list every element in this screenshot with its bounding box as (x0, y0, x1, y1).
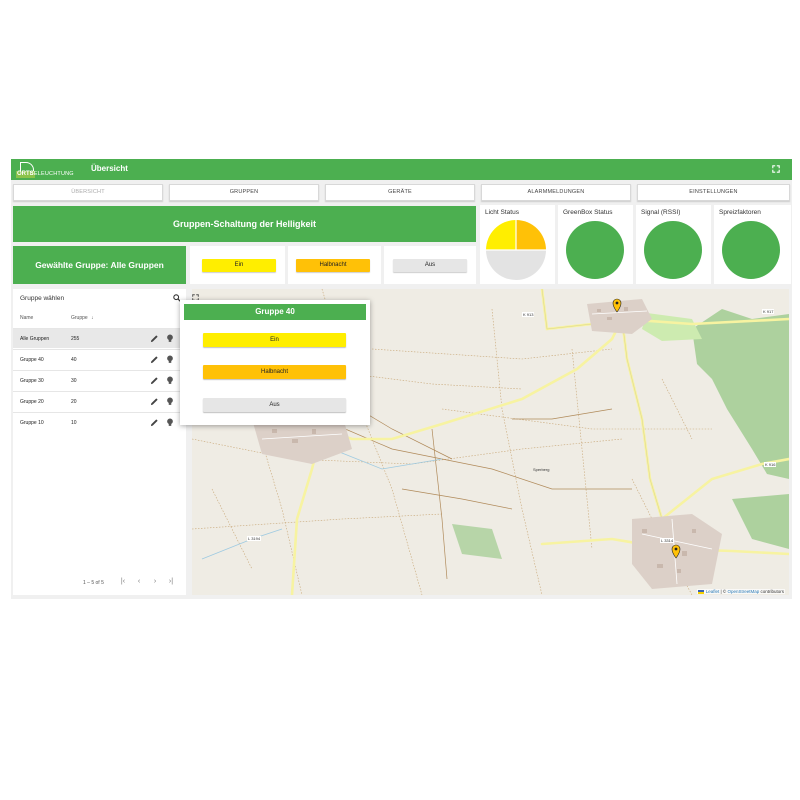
page-title: Übersicht (91, 164, 128, 173)
main-nav: ÜBERSICHT GRUPPEN GERÄTE ALARMMELDUNGEN … (13, 184, 791, 201)
popup-off-button[interactable]: Aus (203, 398, 346, 412)
leaflet-flag-icon (698, 589, 705, 594)
switch-off-card: Aus (384, 246, 476, 284)
row-name: Alle Gruppen (20, 336, 50, 342)
spreiz-status-label: Spreizfaktoren (719, 209, 761, 216)
greenbox-status-label: GreenBox Status (563, 209, 613, 216)
lightbulb-icon[interactable] (166, 376, 174, 385)
leaflet-link[interactable]: Leaflet (706, 589, 720, 594)
pagination-range: 1 – 5 of 5 (83, 580, 104, 586)
table-row[interactable]: Alle Gruppen 255 (13, 328, 186, 348)
road-label: K 913 (522, 312, 535, 317)
signal-status-card: Signal (RSSI) (636, 205, 711, 284)
group-list-title: Gruppe wählen (20, 295, 65, 302)
edit-icon[interactable] (150, 334, 159, 343)
signal-status-circle (644, 221, 702, 279)
column-header-gruppe[interactable]: Gruppe ↓ (71, 315, 94, 321)
licht-status-label: Licht Status (485, 209, 519, 216)
licht-status-card: Licht Status (480, 205, 555, 284)
place-label: Sperberg (533, 467, 550, 472)
lightbulb-icon[interactable] (166, 355, 174, 364)
row-group: 20 (71, 399, 77, 405)
group-popup: Gruppe 40 Ein Halbnacht Aus (180, 300, 370, 425)
sort-arrow-icon: ↓ (91, 315, 94, 321)
row-name: Gruppe 10 (20, 420, 44, 426)
on-button[interactable]: Ein (202, 259, 276, 272)
tab-geraete[interactable]: GERÄTE (325, 184, 475, 201)
tab-gruppen[interactable]: GRUPPEN (169, 184, 319, 201)
osm-link[interactable]: OpenStreetMap (727, 589, 759, 594)
fullscreen-icon[interactable] (772, 165, 780, 173)
first-page-icon[interactable]: |‹ (119, 577, 127, 587)
lightbulb-icon[interactable] (166, 397, 174, 406)
app-window: ORTS BELEUCHTUNG Übersicht ÜBERSICHT GRU… (11, 159, 792, 599)
next-page-icon[interactable]: › (151, 577, 159, 587)
road-label: K 917 (762, 309, 775, 314)
popup-title: Gruppe 40 (184, 304, 366, 320)
row-name: Gruppe 20 (20, 399, 44, 405)
off-button[interactable]: Aus (393, 259, 467, 272)
greenbox-status-circle (566, 221, 624, 279)
selected-group-label: Gewählte Gruppe: Alle Gruppen (13, 246, 186, 284)
group-list-card: Gruppe wählen Name Gruppe ↓ Alle Gruppen… (13, 289, 186, 595)
switch-half-card: Halbnacht (288, 246, 381, 284)
table-row[interactable]: Gruppe 30 30 (13, 370, 186, 390)
road-label: L 3194 (247, 536, 262, 541)
greenbox-status-card: GreenBox Status (558, 205, 633, 284)
licht-status-pie (486, 220, 546, 280)
last-page-icon[interactable]: ›| (167, 577, 175, 587)
signal-status-label: Signal (RSSI) (641, 209, 681, 216)
top-bar: ORTS BELEUCHTUNG Übersicht (11, 159, 792, 180)
table-row[interactable]: Gruppe 20 20 (13, 391, 186, 411)
row-group: 10 (71, 420, 77, 426)
column-header-name[interactable]: Name (20, 315, 33, 321)
tab-uebersicht[interactable]: ÜBERSICHT (13, 184, 163, 201)
ortsbeleuchtung-logo: ORTS BELEUCHTUNG (16, 162, 74, 178)
lightbulb-icon[interactable] (166, 418, 174, 427)
road-label: L 3314 (660, 538, 675, 543)
spreiz-status-circle (722, 221, 780, 279)
edit-icon[interactable] (150, 376, 159, 385)
switch-panel-title: Gruppen-Schaltung der Helligkeit (13, 206, 476, 242)
row-group: 30 (71, 378, 77, 384)
halbnacht-button[interactable]: Halbnacht (296, 259, 370, 272)
prev-page-icon[interactable]: ‹ (135, 577, 143, 587)
edit-icon[interactable] (150, 355, 159, 364)
row-group: 255 (71, 336, 80, 342)
edit-icon[interactable] (150, 418, 159, 427)
lightbulb-icon[interactable] (166, 334, 174, 343)
row-group: 40 (71, 357, 77, 363)
spreiz-status-card: Spreizfaktoren (714, 205, 791, 284)
table-row[interactable]: Gruppe 10 10 (13, 412, 186, 432)
switch-on-card: Ein (190, 246, 285, 284)
popup-on-button[interactable]: Ein (203, 333, 346, 347)
road-label: K 916 (764, 462, 777, 467)
edit-icon[interactable] (150, 397, 159, 406)
popup-halbnacht-button[interactable]: Halbnacht (203, 365, 346, 379)
row-name: Gruppe 40 (20, 357, 44, 363)
row-name: Gruppe 30 (20, 378, 44, 384)
map-attribution: Leaflet | © OpenStreetMap contributors (697, 589, 785, 594)
tab-einstellungen[interactable]: EINSTELLUNGEN (637, 184, 790, 201)
tab-alarmmeldungen[interactable]: ALARMMELDUNGEN (481, 184, 631, 201)
table-row[interactable]: Gruppe 40 40 (13, 349, 186, 369)
